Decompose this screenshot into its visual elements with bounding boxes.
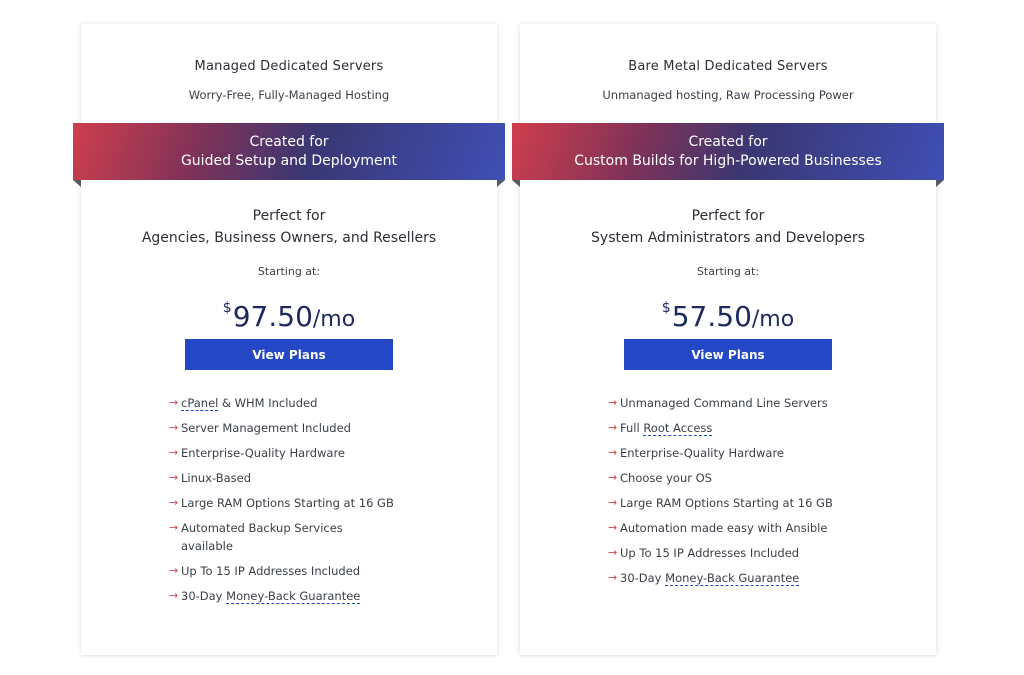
feature-item: → Unmanaged Command Line Servers [608,394,868,412]
feature-item: → Linux-Based [169,469,429,487]
feature-item: → Enterprise-Quality Hardware [169,444,429,462]
starting-at-label: Starting at: [257,265,321,278]
feature-link-money-back[interactable]: Money-Back Guarantee [665,571,800,586]
perfect-for: Perfect for Agencies, Business Owners, a… [81,205,497,249]
perfect-for-audience: System Administrators and Developers [591,230,865,246]
perfect-for-label: Perfect for [691,208,765,224]
feature-text: Choose your OS [620,471,712,485]
plan-price: $57.50/mo [520,288,936,340]
arrow-right-icon: → [608,421,618,434]
price-currency: $ [661,300,671,316]
feature-text: Server Management Included [181,421,351,435]
arrow-right-icon: → [169,589,179,602]
feature-item: → 30-Day Money-Back Guarantee [608,569,868,587]
feature-text: 30-Day Money-Back Guarantee [181,589,361,604]
feature-text: Full Root Access [620,421,713,436]
ribbon-fold-left [73,180,81,187]
view-plans-button[interactable]: View Plans [624,339,832,370]
plan-card-managed: Managed Dedicated Servers Worry-Free, Fu… [73,24,505,655]
ribbon-fold-right [936,180,944,187]
feature-text: 30-Day Money-Back Guarantee [620,571,800,586]
feature-text: Linux-Based [181,471,252,485]
plan-subtitle: Worry-Free, Fully-Managed Hosting [188,88,390,102]
plan-price: $97.50/mo [81,288,497,340]
arrow-right-icon: → [608,546,618,559]
perfect-for-audience: Agencies, Business Owners, and Resellers [141,230,437,246]
feature-text: Large RAM Options Starting at 16 GB [620,496,833,510]
arrow-right-icon: → [169,496,179,509]
plan-ribbon: Created for Guided Setup and Deployment [73,123,505,180]
perfect-for: Perfect for System Administrators and De… [520,205,936,249]
feature-text: Enterprise-Quality Hardware [620,446,784,460]
ribbon-fold-right [497,180,505,187]
feature-text: Up To 15 IP Addresses Included [181,564,361,578]
arrow-right-icon: → [608,396,618,409]
feature-text: Enterprise-Quality Hardware [181,446,345,460]
feature-list: → cPanel & WHM Included → Server Managem… [169,394,429,612]
arrow-right-icon: → [608,521,618,534]
feature-item: → cPanel & WHM Included [169,394,429,412]
feature-item: → Large RAM Options Starting at 16 GB [169,494,429,512]
ribbon-line-1: Created for [249,133,329,150]
arrow-right-icon: → [608,571,618,584]
feature-link-money-back[interactable]: Money-Back Guarantee [226,589,361,604]
starting-at-label: Starting at: [696,265,760,278]
price-amount: 57.50 [671,300,752,333]
arrow-right-icon: → [169,446,179,459]
plan-title: Bare Metal Dedicated Servers [628,59,828,74]
feature-text: Unmanaged Command Line Servers [620,396,828,410]
view-plans-button[interactable]: View Plans [185,339,393,370]
ribbon-line-2: Guided Setup and Deployment [180,152,398,169]
arrow-right-icon: → [169,521,179,534]
arrow-right-icon: → [169,421,179,434]
ribbon-line-1: Created for [688,133,768,150]
feature-item: → Full Root Access [608,419,868,437]
feature-item: → Choose your OS [608,469,868,487]
price-period: /mo [751,307,795,332]
feature-item: → Enterprise-Quality Hardware [608,444,868,462]
feature-text: Automated Backup Services available [181,521,343,553]
plan-ribbon: Created for Custom Builds for High-Power… [512,123,944,180]
arrow-right-icon: → [169,396,179,409]
feature-link-root-access[interactable]: Root Access [643,421,713,436]
feature-item: → Large RAM Options Starting at 16 GB [608,494,868,512]
plan-card-bare-metal: Bare Metal Dedicated Servers Unmanaged h… [512,24,944,655]
price-currency: $ [222,300,232,316]
feature-item: → Automation made easy with Ansible [608,519,868,537]
price-amount: 97.50 [232,300,313,333]
ribbon-line-2: Custom Builds for High-Powered Businesse… [574,152,882,169]
feature-text: Large RAM Options Starting at 16 GB [181,496,394,510]
feature-item: → Up To 15 IP Addresses Included [608,544,868,562]
feature-item: → Server Management Included [169,419,429,437]
arrow-right-icon: → [608,446,618,459]
feature-list: → Unmanaged Command Line Servers → Full … [608,394,868,594]
arrow-right-icon: → [608,471,618,484]
arrow-right-icon: → [169,471,179,484]
feature-item: → Up To 15 IP Addresses Included [169,562,429,580]
feature-link-cpanel[interactable]: cPanel [181,396,219,411]
plan-subtitle: Unmanaged hosting, Raw Processing Power [602,88,854,102]
price-period: /mo [312,307,356,332]
feature-text: Automation made easy with Ansible [620,521,828,535]
feature-text: Up To 15 IP Addresses Included [620,546,800,560]
arrow-right-icon: → [169,564,179,577]
perfect-for-label: Perfect for [252,208,326,224]
feature-text: cPanel & WHM Included [181,396,318,411]
arrow-right-icon: → [608,496,618,509]
plan-title: Managed Dedicated Servers [194,59,384,74]
ribbon-fold-left [512,180,520,187]
feature-item: → Automated Backup Services available [169,519,429,555]
feature-item: → 30-Day Money-Back Guarantee [169,587,429,605]
